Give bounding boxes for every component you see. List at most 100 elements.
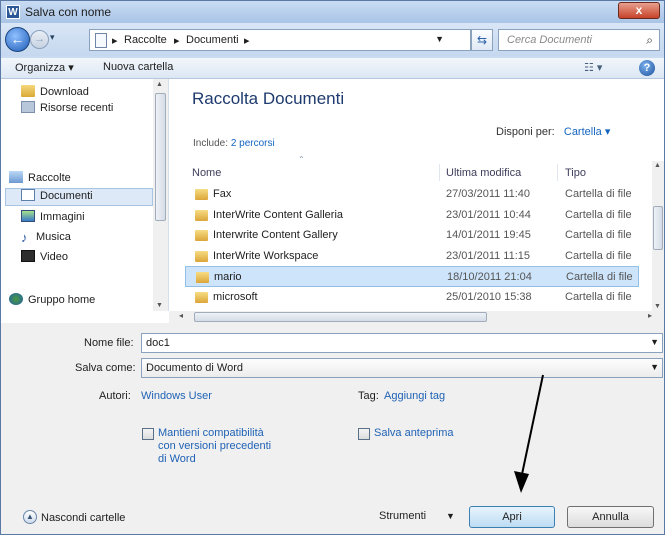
file-date: 14/01/2011 19:45	[446, 229, 531, 241]
list-scroll-up-arrow-icon[interactable]: ▲	[654, 162, 661, 169]
arrange-by-dropdown[interactable]: Cartella ▾	[564, 126, 610, 138]
file-name: InterWrite Workspace	[213, 250, 319, 262]
open-button[interactable]: Apri	[469, 506, 555, 528]
organize-menu[interactable]: Organizza ▾	[15, 61, 74, 74]
column-header-date[interactable]: Ultima modifica	[446, 167, 521, 179]
horizontal-scroll-thumb[interactable]	[194, 312, 487, 322]
cancel-button[interactable]: Annulla	[567, 506, 654, 528]
navigation-bar: ← → ▾ ▸ Raccolte ▸ Documenti ▸ ▼ ⇆ Cerca…	[1, 23, 664, 56]
tools-dropdown-icon[interactable]: ▼	[446, 511, 455, 521]
toolbar: Organizza ▾ Nuova cartella ☷ ▾ ?	[1, 58, 664, 79]
tags-value[interactable]: Aggiungi tag	[384, 390, 445, 402]
sidebar-scrollbar[interactable]: ▲ ▼	[153, 79, 168, 311]
sort-ascending-icon: ⌃	[298, 155, 305, 164]
file-browser: Download Risorse recenti Raccolte Docume…	[1, 79, 664, 323]
file-type: Cartella di file	[565, 250, 632, 262]
file-row[interactable]: InterWrite Content Galleria 23/01/2011 10…	[185, 205, 639, 226]
refresh-icon[interactable]: ⇆	[471, 29, 493, 51]
compat-checkbox[interactable]	[142, 428, 154, 440]
folder-icon	[195, 189, 208, 200]
pictures-icon	[21, 210, 35, 222]
column-header-type[interactable]: Tipo	[565, 167, 586, 179]
file-name: microsoft	[213, 291, 258, 303]
libraries-icon	[9, 171, 23, 183]
library-title: Raccolta Documenti	[192, 89, 345, 108]
file-type: Cartella di file	[565, 188, 632, 200]
folder-icon	[195, 230, 208, 241]
compat-label[interactable]: Mantieni compatibilità con versioni prec…	[158, 427, 276, 466]
search-icon[interactable]: ⌕	[646, 33, 653, 48]
library-includes: Include: 2 percorsi	[193, 138, 275, 149]
scroll-up-arrow-icon[interactable]: ▲	[156, 81, 163, 88]
sidebar-item-download[interactable]: Download	[21, 85, 89, 98]
new-folder-button[interactable]: Nuova cartella	[103, 61, 173, 73]
sidebar-scroll-thumb[interactable]	[155, 93, 166, 221]
collapse-chevron-icon[interactable]: ▲	[23, 510, 37, 524]
sidebar-item-documenti[interactable]: Documenti	[21, 189, 93, 202]
list-scroll-down-arrow-icon[interactable]: ▼	[654, 303, 661, 310]
scroll-down-arrow-icon[interactable]: ▼	[156, 302, 163, 309]
horizontal-scrollbar[interactable]: ◂ ▸	[169, 311, 664, 323]
breadcrumb-documenti[interactable]: Documenti	[186, 34, 239, 46]
thumbnail-checkbox[interactable]	[358, 428, 370, 440]
recent-pages-chevron-icon[interactable]: ▾	[50, 32, 55, 43]
sidebar-item-musica[interactable]: ♪ Musica	[21, 230, 71, 245]
authors-value[interactable]: Windows User	[141, 390, 212, 402]
tools-menu[interactable]: Strumenti	[379, 510, 426, 522]
savetype-dropdown-icon[interactable]: ▼	[650, 362, 659, 372]
address-bar[interactable]: ▸ Raccolte ▸ Documenti ▸ ▼	[89, 29, 471, 51]
sidebar-item-video[interactable]: Video	[21, 250, 68, 263]
forward-arrow-icon[interactable]: →	[30, 30, 49, 49]
filename-dropdown-icon[interactable]: ▼	[650, 337, 659, 347]
file-name: Interwrite Content Gallery	[213, 229, 338, 241]
savetype-select[interactable]: Documento di Word ▼	[141, 358, 663, 378]
folder-icon	[195, 292, 208, 303]
title-bar: W Salva con nome x	[1, 1, 664, 23]
search-input[interactable]: Cerca Documenti	[507, 34, 592, 46]
file-type: Cartella di file	[565, 209, 632, 221]
save-options-panel: Nome file: doc1 ▼ Salva come: Documento …	[1, 323, 664, 534]
back-arrow-icon[interactable]: ←	[5, 27, 30, 52]
savetype-label: Salva come:	[75, 362, 136, 374]
hide-folders-button[interactable]: Nascondi cartelle	[41, 512, 125, 524]
view-options-icon[interactable]: ☷ ▾	[584, 61, 602, 74]
includes-locations-link[interactable]: 2 percorsi	[231, 138, 275, 149]
scroll-right-arrow-icon[interactable]: ▸	[648, 311, 652, 320]
save-dialog: W Salva con nome x ← → ▾ ▸ Raccolte ▸ Do…	[0, 0, 665, 535]
recent-places-icon	[21, 101, 35, 113]
file-list-scrollbar[interactable]: ▲ ▼	[652, 161, 664, 311]
sidebar-item-raccolte[interactable]: Raccolte	[9, 171, 71, 184]
folder-icon	[195, 210, 208, 221]
sidebar-item-gruppo-home[interactable]: Gruppo home	[9, 293, 95, 306]
search-box[interactable]: Cerca Documenti ⌕	[498, 29, 660, 51]
filename-field[interactable]: doc1 ▼	[141, 333, 663, 353]
sidebar-item-immagini[interactable]: Immagini	[21, 210, 85, 223]
file-name: Fax	[213, 188, 232, 200]
address-dropdown-icon[interactable]: ▼	[435, 34, 444, 44]
tags-label: Tag:	[358, 390, 379, 402]
breadcrumb-raccolte[interactable]: Raccolte	[124, 34, 167, 46]
documents-icon	[21, 189, 35, 201]
sidebar-item-recent[interactable]: Risorse recenti	[21, 101, 113, 114]
scroll-left-arrow-icon[interactable]: ◂	[179, 311, 183, 320]
annotation-arrow-head	[514, 471, 529, 493]
file-name: mario	[214, 271, 242, 283]
file-row[interactable]: Fax 27/03/2011 11:40 Cartella di file	[185, 184, 639, 205]
file-date: 25/01/2010 15:38	[446, 291, 532, 303]
arrange-by: Disponi per: Cartella ▾	[496, 126, 611, 138]
savetype-value[interactable]: Documento di Word	[146, 362, 243, 374]
file-row[interactable]: Interwrite Content Gallery 14/01/2011 19:…	[185, 225, 639, 246]
thumbnail-label[interactable]: Salva anteprima	[374, 427, 454, 439]
folder-icon	[196, 272, 209, 283]
file-row[interactable]: mario 18/10/2011 21:04 Cartella di file	[185, 266, 639, 287]
file-list-scroll-thumb[interactable]	[653, 206, 663, 250]
file-row[interactable]: microsoft 25/01/2010 15:38 Cartella di fil…	[185, 287, 639, 308]
close-button[interactable]: x	[618, 2, 660, 19]
filename-input[interactable]: doc1	[146, 337, 170, 349]
music-note-icon: ♪	[21, 230, 28, 245]
file-name: InterWrite Content Galleria	[213, 209, 344, 221]
column-header-name[interactable]: Nome	[192, 167, 221, 179]
file-date: 23/01/2011 10:44	[446, 209, 531, 221]
file-row[interactable]: InterWrite Workspace 23/01/2011 11:15 Cart…	[185, 246, 639, 267]
help-icon[interactable]: ?	[639, 60, 655, 76]
